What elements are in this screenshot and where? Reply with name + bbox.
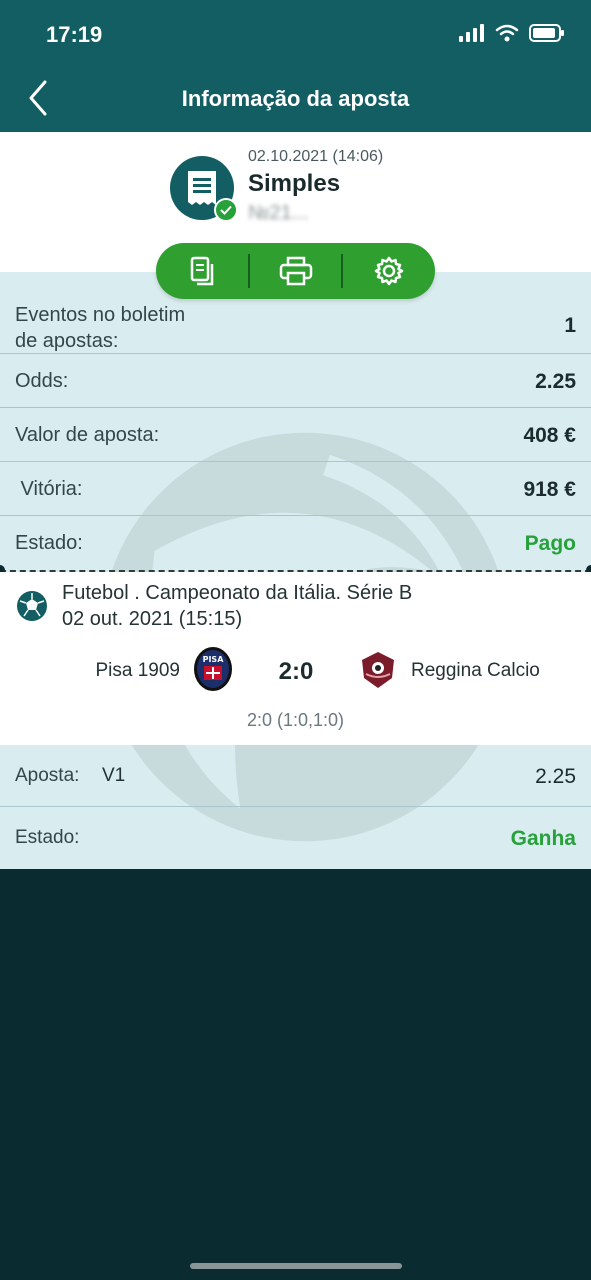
state-label: Estado:: [15, 532, 83, 554]
home-team: Pisa 1909: [95, 660, 180, 681]
bet-label: Aposta:: [15, 765, 80, 786]
home-team-logo: PISA: [194, 647, 232, 691]
events-label: Eventos no boletim de apostas:: [15, 304, 186, 352]
event-card: Futebol . Campeonato da Itália. Série B …: [0, 572, 591, 745]
row-bet: Aposta: V1 2.25: [0, 745, 591, 807]
odds-label: Odds:: [15, 370, 69, 392]
win-value: 918 €: [523, 478, 576, 501]
status-icons: [459, 24, 565, 42]
copy-button[interactable]: [156, 243, 248, 299]
row-bet-state: Estado: Ganha: [0, 807, 591, 869]
stake-label: Valor de aposta:: [15, 424, 160, 446]
bet-selection: V1: [102, 765, 126, 786]
bottom-area: [0, 869, 591, 1280]
bet-state-label: Estado:: [15, 827, 80, 848]
away-team: Reggina Calcio: [411, 660, 540, 681]
copy-icon: [190, 256, 214, 286]
status-bar: 17:19: [0, 0, 591, 64]
bet-type: Simples: [248, 170, 341, 197]
row-state: Estado: Pago: [0, 516, 591, 570]
action-bar: [156, 243, 435, 299]
bet-details: Eventos no boletim de apostas: 1 Odds: 2…: [0, 272, 591, 869]
bet-number: №21...: [248, 202, 309, 224]
bet-date: 02.10.2021 (14:06): [248, 148, 384, 165]
events-value: 1: [564, 314, 576, 337]
settings-button[interactable]: [343, 243, 435, 299]
home-indicator[interactable]: [190, 1263, 402, 1269]
odds-value: 2.25: [535, 370, 576, 393]
state-value: Pago: [524, 532, 576, 555]
print-button[interactable]: [250, 243, 342, 299]
bet-state-value: Ganha: [510, 827, 576, 850]
check-icon: [214, 198, 238, 222]
battery-icon: [529, 24, 564, 42]
row-stake: Valor de aposta: 408 €: [0, 408, 591, 462]
print-icon: [279, 256, 312, 286]
home-logo-text: PISA: [203, 655, 225, 664]
row-odds: Odds: 2.25: [0, 354, 591, 408]
app-header: Informação da aposta: [0, 64, 591, 132]
stake-value: 408 €: [523, 424, 576, 447]
event-league: Futebol . Campeonato da Itália. Série B: [62, 582, 413, 604]
signal-icon: [459, 24, 484, 42]
gear-icon: [374, 256, 404, 286]
score-detail: 2:0 (1:0,1:0): [246, 710, 345, 730]
away-team-logo: [362, 652, 394, 688]
row-win: Vitória: 918 €: [0, 462, 591, 516]
win-label: Vitória:: [15, 478, 83, 500]
football-icon: [17, 591, 47, 621]
page-title: Informação da aposta: [181, 86, 410, 111]
bet-odds: 2.25: [535, 765, 576, 788]
wifi-icon: [495, 24, 519, 42]
event-date: 02 out. 2021 (15:15): [62, 608, 243, 630]
status-time: 17:19: [46, 22, 103, 47]
match-score: 2:0: [278, 658, 314, 685]
